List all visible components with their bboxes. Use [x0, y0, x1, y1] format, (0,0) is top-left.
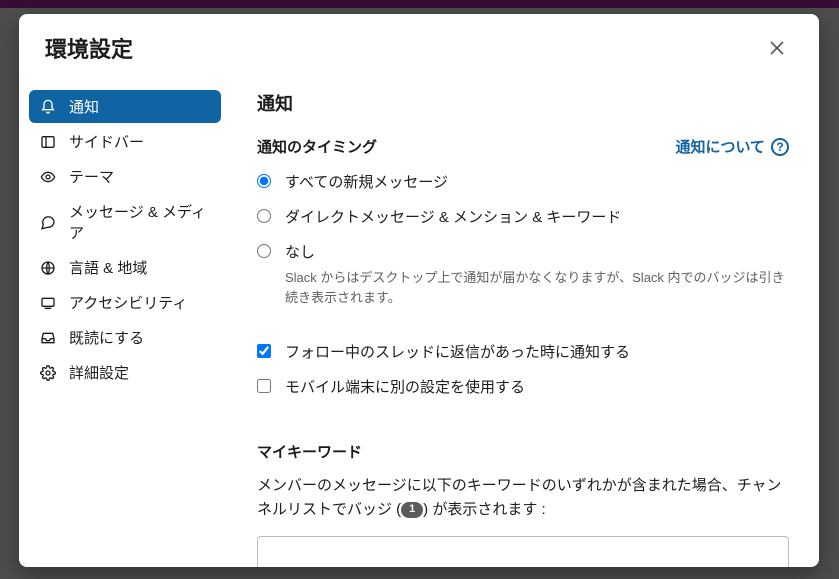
radio-all-messages-input[interactable]	[257, 174, 271, 188]
modal-header: 環境設定	[19, 14, 819, 82]
radio-none-subtext: Slack からはデスクトップ上で通知が届かなくなりますが、Slack 内でのバ…	[285, 268, 789, 307]
globe-icon	[39, 259, 57, 277]
radio-all-messages[interactable]: すべての新規メッセージ	[257, 171, 789, 192]
inbox-icon	[39, 329, 57, 347]
checkbox-label: モバイル端末に別の設定を使用する	[285, 376, 525, 397]
sidebar-item-messages-media[interactable]: メッセージ & メディア	[29, 195, 221, 249]
close-button[interactable]	[761, 32, 793, 64]
sidebar-item-sidebar[interactable]: サイドバー	[29, 125, 221, 158]
keywords-description: メンバーのメッセージに以下のキーワードのいずれかが含まれた場合、チャンネルリスト…	[257, 474, 789, 522]
radio-none[interactable]: なし Slack からはデスクトップ上で通知が届かなくなりますが、Slack 内…	[257, 241, 789, 307]
sidebar-item-label: サイドバー	[69, 131, 144, 152]
close-icon	[769, 40, 785, 56]
message-icon	[39, 213, 57, 231]
sidebar-item-advanced[interactable]: 詳細設定	[29, 356, 221, 389]
radio-label: すべての新規メッセージ	[285, 171, 448, 192]
accessibility-icon	[39, 294, 57, 312]
keywords-input[interactable]	[257, 536, 789, 567]
panel-icon	[39, 133, 57, 151]
sidebar-item-accessibility[interactable]: アクセシビリティ	[29, 286, 221, 319]
sidebar-item-mark-read[interactable]: 既読にする	[29, 321, 221, 354]
about-notifications-link[interactable]: 通知について ?	[675, 136, 789, 157]
checkbox-mobile-separate[interactable]: モバイル端末に別の設定を使用する	[257, 376, 789, 397]
radio-label: なし	[285, 244, 315, 261]
content-heading: 通知	[257, 90, 789, 116]
sidebar-item-label: テーマ	[69, 166, 114, 187]
sidebar-item-label: メッセージ & メディア	[69, 201, 211, 243]
preferences-content: 通知 通知のタイミング 通知について ? すべての新規メッセージ ダイレクトメッ…	[231, 82, 819, 567]
preferences-sidebar: 通知 サイドバー テーマ メッセージ & メディア	[19, 82, 231, 567]
radio-dm-mentions[interactable]: ダイレクトメッセージ & メンション & キーワード	[257, 206, 789, 227]
sidebar-item-label: 通知	[69, 96, 99, 117]
checkbox-label: フォロー中のスレッドに返信があった時に通知する	[285, 341, 630, 362]
timing-subhead: 通知のタイミング	[257, 136, 377, 157]
modal-title: 環境設定	[45, 32, 133, 64]
keywords-subhead: マイキーワード	[257, 441, 789, 462]
checkbox-mobile-separate-input[interactable]	[257, 379, 271, 393]
checkbox-thread-replies[interactable]: フォロー中のスレッドに返信があった時に通知する	[257, 341, 789, 362]
sidebar-item-label: 言語 & 地域	[69, 257, 147, 278]
sidebar-item-notifications[interactable]: 通知	[29, 90, 221, 123]
eye-icon	[39, 168, 57, 186]
radio-dm-mentions-input[interactable]	[257, 209, 271, 223]
help-icon: ?	[771, 138, 789, 156]
sidebar-item-label: 既読にする	[69, 327, 144, 348]
checkbox-thread-replies-input[interactable]	[257, 344, 271, 358]
radio-none-input[interactable]	[257, 244, 271, 258]
sidebar-item-language-region[interactable]: 言語 & 地域	[29, 251, 221, 284]
sidebar-item-theme[interactable]: テーマ	[29, 160, 221, 193]
gear-icon	[39, 364, 57, 382]
sidebar-item-label: アクセシビリティ	[69, 292, 187, 313]
bell-icon	[39, 98, 57, 116]
help-link-label: 通知について	[675, 136, 765, 157]
sidebar-item-label: 詳細設定	[69, 362, 129, 383]
keywords-desc-part2: ) が表示されます :	[423, 501, 546, 518]
radio-label: ダイレクトメッセージ & メンション & キーワード	[285, 206, 621, 227]
preferences-modal: 環境設定 通知 サイドバー テーマ	[19, 14, 819, 567]
badge-icon: 1	[401, 502, 423, 518]
